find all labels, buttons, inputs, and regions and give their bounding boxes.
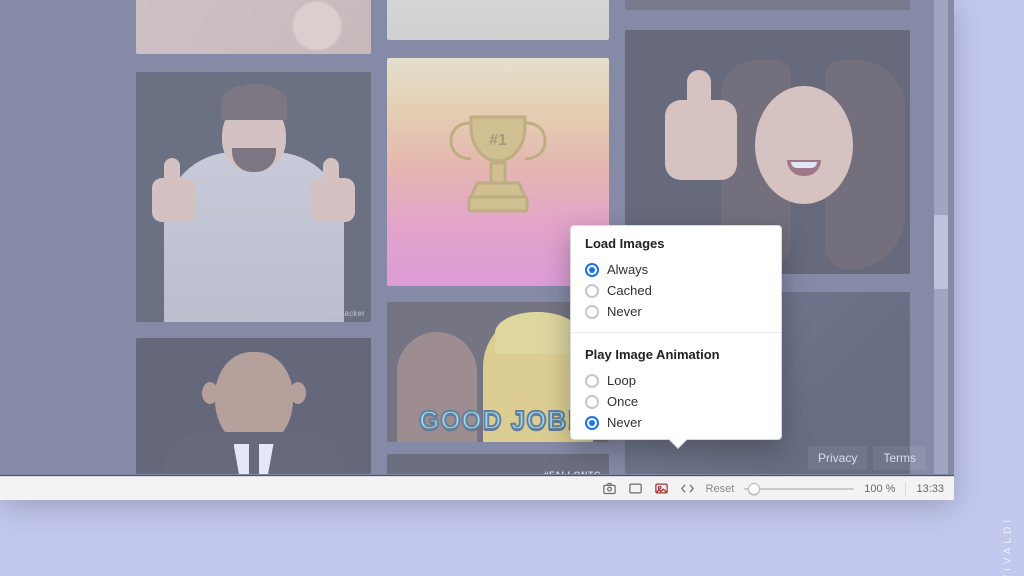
gif-tile[interactable]: justaslacker [136, 72, 371, 322]
zoom-slider-knob[interactable] [748, 483, 760, 495]
zoom-reset-button[interactable]: Reset [706, 483, 735, 495]
gif-tile[interactable] [387, 0, 609, 40]
load-images-heading: Load Images [585, 236, 767, 251]
radio-icon [585, 374, 599, 388]
play-animation-option-loop[interactable]: Loop [585, 370, 767, 391]
play-animation-option-once[interactable]: Once [585, 391, 767, 412]
zoom-percent: 100 % [864, 483, 895, 495]
images-toggle-icon[interactable] [654, 481, 670, 497]
page-actions-icon[interactable] [680, 481, 696, 497]
option-label: Never [607, 415, 642, 430]
trophy-label: #1 [489, 132, 507, 149]
page-footer-links: Privacy Terms [808, 446, 926, 470]
gif-tile[interactable] [625, 0, 910, 10]
capture-icon[interactable] [602, 481, 618, 497]
image-settings-popup: Load Images Always Cached Never Play Ima… [570, 225, 782, 440]
status-bar: Reset 100 % 13:33 [0, 476, 954, 500]
scrollbar-thumb[interactable] [934, 215, 948, 289]
load-images-option-always[interactable]: Always [585, 259, 767, 280]
radio-icon [585, 395, 599, 409]
radio-icon [585, 305, 599, 319]
tile-hashtag: #FALLONTC [544, 470, 602, 474]
radio-icon [585, 263, 599, 277]
trophy-icon: #1 [443, 107, 553, 237]
separator [905, 482, 906, 496]
option-label: Once [607, 394, 638, 409]
radio-icon [585, 284, 599, 298]
privacy-link[interactable]: Privacy [808, 446, 867, 470]
gif-tile[interactable]: #FALLONTC [387, 454, 609, 474]
option-label: Always [607, 262, 648, 277]
terms-link[interactable]: Terms [873, 446, 926, 470]
vivaldi-watermark: VIVALDI [1003, 516, 1014, 576]
tiling-icon[interactable] [628, 481, 644, 497]
option-label: Never [607, 304, 642, 319]
browser-window: justaslacker #1 GOOD JO [0, 0, 954, 500]
tile-watermark: justaslacker [320, 309, 365, 318]
clock: 13:33 [916, 483, 944, 495]
gif-tile[interactable] [136, 0, 371, 54]
load-images-option-cached[interactable]: Cached [585, 280, 767, 301]
page-content: justaslacker #1 GOOD JO [0, 0, 930, 474]
radio-icon [585, 416, 599, 430]
load-images-option-never[interactable]: Never [585, 301, 767, 322]
option-label: Loop [607, 373, 636, 388]
zoom-slider[interactable] [744, 482, 854, 496]
gif-tile[interactable] [136, 338, 371, 474]
play-animation-heading: Play Image Animation [585, 347, 767, 362]
option-label: Cached [607, 283, 652, 298]
